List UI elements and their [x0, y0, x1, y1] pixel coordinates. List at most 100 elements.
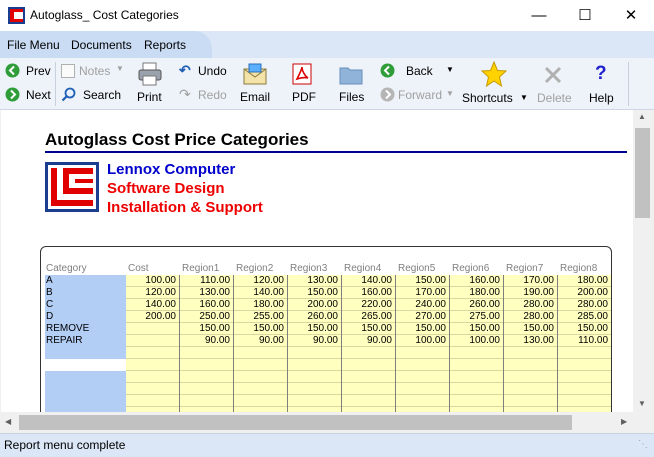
help-label: Help [589, 91, 614, 105]
category-cell[interactable]: B [46, 287, 53, 299]
printer-icon [138, 62, 162, 86]
redo-label: Redo [198, 88, 227, 102]
close-button[interactable]: ✕ [608, 0, 654, 31]
category-cell[interactable]: REPAIR [46, 335, 83, 347]
value-cell[interactable]: 285.00 [558, 311, 608, 323]
horizontal-scrollbar[interactable]: ◀ ▶ [1, 412, 633, 433]
value-cell[interactable]: 100.00 [450, 335, 500, 347]
value-cell[interactable]: 110.00 [558, 335, 608, 347]
status-text: Report menu complete [4, 438, 126, 452]
category-blank-cell [45, 359, 126, 371]
value-cell[interactable]: 100.00 [396, 335, 446, 347]
column-header: Region6 [452, 263, 490, 274]
scroll-up-icon[interactable]: ▲ [638, 112, 646, 121]
column-header: Region4 [344, 263, 382, 274]
value-cell[interactable]: 280.00 [504, 311, 554, 323]
value-cell[interactable]: 90.00 [234, 335, 284, 347]
value-cell[interactable]: 120.00 [234, 275, 284, 287]
value-cell[interactable] [126, 323, 176, 335]
help-question-icon: ? [595, 63, 607, 84]
value-cell[interactable]: 150.00 [396, 323, 446, 335]
next-label: Next [26, 88, 51, 102]
back-arrow-icon [380, 63, 395, 78]
value-cell[interactable]: 180.00 [234, 299, 284, 311]
horizontal-scroll-thumb[interactable] [19, 415, 572, 430]
value-cell[interactable]: 180.00 [450, 287, 500, 299]
value-cell[interactable]: 255.00 [234, 311, 284, 323]
scroll-left-icon[interactable]: ◀ [5, 417, 11, 426]
value-cell[interactable]: 270.00 [396, 311, 446, 323]
value-cell[interactable]: 90.00 [180, 335, 230, 347]
value-cell[interactable]: 130.00 [504, 335, 554, 347]
value-cell[interactable]: 150.00 [342, 323, 392, 335]
value-cell[interactable]: 150.00 [558, 323, 608, 335]
column-header: Region2 [236, 263, 274, 274]
resize-grip-icon[interactable]: ⋱ [638, 439, 648, 450]
value-cell[interactable]: 150.00 [288, 287, 338, 299]
category-cell[interactable]: REMOVE [46, 323, 89, 335]
value-cell[interactable]: 120.00 [126, 287, 176, 299]
value-cell[interactable]: 160.00 [450, 275, 500, 287]
value-cell[interactable]: 260.00 [450, 299, 500, 311]
minimize-button[interactable]: — [516, 0, 562, 31]
value-cell[interactable]: 170.00 [396, 287, 446, 299]
company-logo [45, 162, 99, 212]
status-bar: Report menu complete ⋱ [0, 433, 654, 457]
value-cell[interactable]: 150.00 [504, 323, 554, 335]
value-cell[interactable]: 200.00 [126, 311, 176, 323]
value-cell[interactable]: 220.00 [342, 299, 392, 311]
value-cell[interactable]: 130.00 [288, 275, 338, 287]
vertical-scrollbar[interactable]: ▲ ▼ [633, 110, 652, 412]
value-cell[interactable]: 90.00 [288, 335, 338, 347]
value-cell[interactable]: 260.00 [288, 311, 338, 323]
title-rule [45, 151, 627, 153]
value-cell[interactable]: 275.00 [450, 311, 500, 323]
maximize-button[interactable]: ☐ [562, 0, 608, 31]
star-icon [481, 61, 507, 87]
category-cell[interactable]: D [46, 311, 53, 323]
report-view: Autoglass Cost Price Categories Lennox C… [1, 110, 633, 412]
value-cell[interactable]: 150.00 [450, 323, 500, 335]
column-header: Region1 [182, 263, 220, 274]
value-cell[interactable]: 130.00 [180, 287, 230, 299]
menu-reports[interactable]: Reports [144, 38, 186, 52]
value-cell[interactable]: 190.00 [504, 287, 554, 299]
value-cell[interactable] [126, 335, 176, 347]
value-cell[interactable]: 200.00 [288, 299, 338, 311]
value-cell[interactable]: 280.00 [558, 299, 608, 311]
value-cell[interactable]: 150.00 [396, 275, 446, 287]
vertical-scroll-thumb[interactable] [635, 128, 650, 218]
value-cell[interactable]: 265.00 [342, 311, 392, 323]
value-cell[interactable]: 140.00 [342, 275, 392, 287]
value-cell[interactable]: 160.00 [180, 299, 230, 311]
menu-file[interactable]: File Menu [7, 38, 60, 52]
scroll-down-icon[interactable]: ▼ [638, 399, 646, 408]
value-cell[interactable]: 250.00 [180, 311, 230, 323]
back-label: Back [406, 64, 433, 78]
value-cell[interactable]: 100.00 [126, 275, 176, 287]
company-line-3: Installation & Support [107, 199, 263, 216]
menu-documents[interactable]: Documents [71, 38, 132, 52]
value-cell[interactable]: 240.00 [396, 299, 446, 311]
undo-icon: ↶ [179, 62, 191, 78]
pdf-icon [292, 63, 312, 85]
scroll-right-icon[interactable]: ▶ [621, 417, 627, 426]
column-header: Category [46, 263, 87, 274]
value-cell[interactable]: 180.00 [558, 275, 608, 287]
redo-icon: ↷ [179, 86, 191, 102]
value-cell[interactable]: 200.00 [558, 287, 608, 299]
email-icon [243, 63, 267, 85]
value-cell[interactable]: 140.00 [234, 287, 284, 299]
category-cell[interactable]: C [46, 299, 53, 311]
value-cell[interactable]: 150.00 [180, 323, 230, 335]
value-cell[interactable]: 110.00 [180, 275, 230, 287]
value-cell[interactable]: 280.00 [504, 299, 554, 311]
value-cell[interactable]: 140.00 [126, 299, 176, 311]
value-cell[interactable]: 90.00 [342, 335, 392, 347]
category-cell[interactable]: A [46, 275, 53, 287]
value-cell[interactable]: 150.00 [288, 323, 338, 335]
value-cell[interactable]: 150.00 [234, 323, 284, 335]
toolbar: Prev Next Notes ▼ Search Print ↶ Undo ↷ … [0, 58, 654, 110]
value-cell[interactable]: 170.00 [504, 275, 554, 287]
value-cell[interactable]: 160.00 [342, 287, 392, 299]
